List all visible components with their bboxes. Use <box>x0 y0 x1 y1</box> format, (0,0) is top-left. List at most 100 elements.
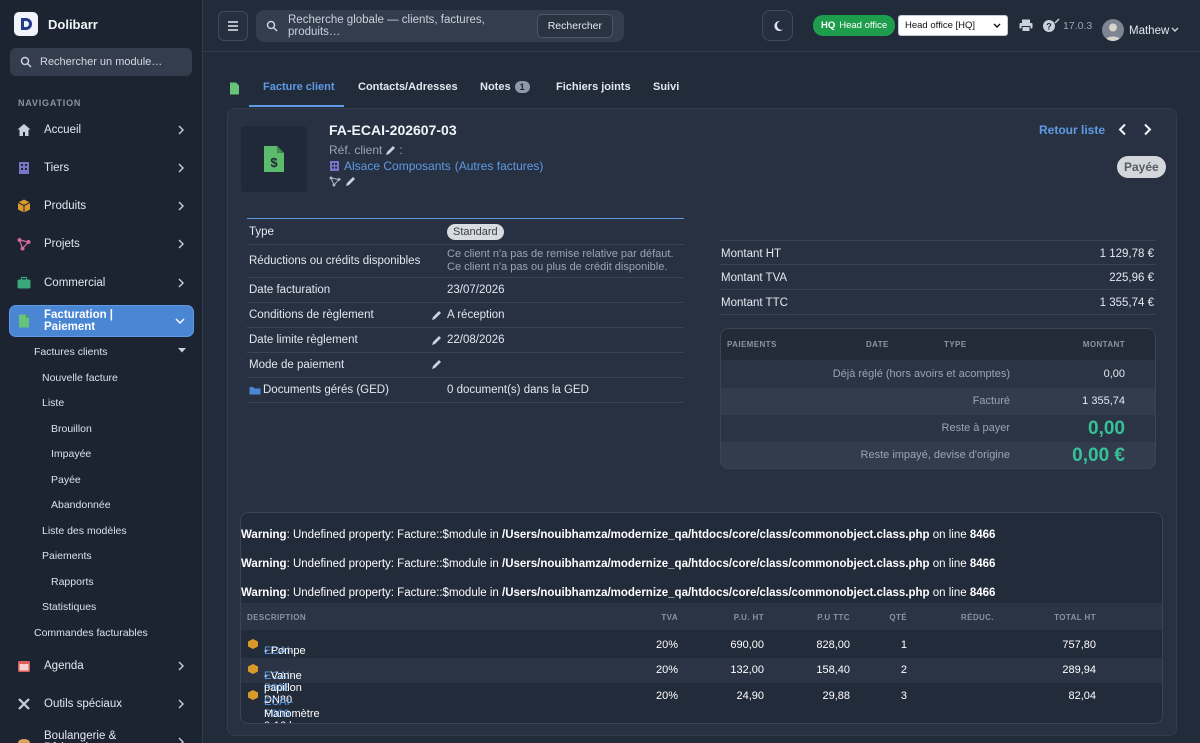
entity-select[interactable]: Head office [HQ] <box>898 15 1008 36</box>
sidebar-sub-liste[interactable]: Liste <box>42 397 64 409</box>
sidebar-sub-modeles[interactable]: Liste des modèles <box>42 525 127 537</box>
chevron-down-icon[interactable] <box>1171 27 1179 33</box>
sidebar-sub-statistiques[interactable]: Statistiques <box>42 601 96 613</box>
global-search-input[interactable]: Recherche globale — clients, factures, p… <box>288 14 527 38</box>
module-search-placeholder: Rechercher un module… <box>40 56 163 68</box>
hamburger-icon <box>227 21 239 31</box>
other-invoices-link[interactable]: (Autres factures) <box>455 159 544 173</box>
pencil-icon[interactable] <box>431 335 442 346</box>
field-date-limite: Date limite règlement 22/08/2026 <box>247 328 684 353</box>
chevron-right-icon <box>177 163 185 173</box>
sidebar-sub-nouvelle-facture[interactable]: Nouvelle facture <box>42 372 118 384</box>
pencil-icon[interactable] <box>431 310 442 321</box>
tab-notes[interactable]: Notes 1 <box>480 81 530 93</box>
building-icon <box>329 160 340 172</box>
tab-facture-client[interactable]: Facture client <box>263 81 335 93</box>
box-icon <box>16 198 32 214</box>
payments-row-reste: Reste à payer 0,00 <box>941 418 1125 439</box>
payments-row-reste-devise: Reste impayé, devise d'origine 0,00 € <box>721 442 1155 468</box>
invoice-icon <box>16 313 32 329</box>
tab-contacts[interactable]: Contacts/Adresses <box>358 81 458 93</box>
brand[interactable]: Dolibarr <box>14 12 98 36</box>
ged-link[interactable]: 0 document(s) dans la GED <box>447 384 589 396</box>
sidebar-item-facturation[interactable]: Facturation | Paiement <box>10 306 193 336</box>
menu-toggle-button[interactable] <box>218 11 248 41</box>
svg-text:$: $ <box>270 155 278 170</box>
status-badge: Payée <box>1117 156 1166 178</box>
invoice-fields: Type Standard Réductions ou crédits disp… <box>247 218 684 403</box>
sidebar-sub-payee[interactable]: Payée <box>51 474 81 486</box>
previous-record-icon[interactable] <box>1118 123 1127 136</box>
project-link <box>329 176 356 187</box>
sidebar-item-produits[interactable]: Produits <box>10 191 193 221</box>
home-icon <box>16 122 32 138</box>
amount-tva: Montant TVA 225,96 € <box>720 265 1156 290</box>
chevron-right-icon <box>177 661 185 671</box>
tab-suivi[interactable]: Suivi <box>653 81 679 93</box>
sidebar-sub-abandonnee[interactable]: Abandonnée <box>51 499 111 511</box>
theme-toggle-button[interactable] <box>762 10 793 41</box>
module-search-input[interactable]: Rechercher un module… <box>10 48 192 76</box>
reste-devise-value: 0,00 € <box>1072 445 1125 466</box>
sidebar-sub-impayee[interactable]: Impayée <box>51 448 91 460</box>
pencil-icon[interactable] <box>345 176 356 187</box>
sidebar-sub-commandes-facturables[interactable]: Commandes facturables <box>34 627 148 639</box>
lines-header: DESCRIPTION TVA P.U. HT P.U TTC QTÉ RÉDU… <box>241 603 1162 630</box>
next-record-icon[interactable] <box>1143 123 1152 136</box>
nav-heading: NAVIGATION <box>18 98 82 108</box>
invoice-picto: $ <box>241 126 307 192</box>
project-icon <box>329 176 341 187</box>
sidebar-item-tiers[interactable]: Tiers <box>10 153 193 183</box>
briefcase-icon <box>16 275 32 291</box>
field-type: Type Standard <box>247 219 684 245</box>
table-row[interactable]: ECAI-P007 - Pompe centrifuge inox 20% 69… <box>241 633 1162 681</box>
thirdparty-link[interactable]: Alsace Composants (Autres factures) <box>329 159 543 173</box>
sidebar-sub-factures-clients[interactable]: Factures clients <box>34 346 186 358</box>
pencil-icon[interactable] <box>431 359 442 370</box>
table-row[interactable]: ECAI-P009 - Manomètre 0-16 bar 20% 24,90… <box>241 684 1162 723</box>
sidebar-item-boulangerie[interactable]: Boulangerie & Pâtisserie <box>10 727 193 743</box>
folder-icon <box>249 386 261 395</box>
chevron-right-icon <box>177 278 185 288</box>
calendar-icon <box>16 658 32 674</box>
table-row[interactable]: ECAI-P008 - Vanne papillon DN80 20% 132,… <box>241 658 1162 706</box>
pencil-icon[interactable] <box>385 145 396 156</box>
print-icon[interactable] <box>1019 19 1033 32</box>
invoice-dollar-icon: $ <box>263 145 285 173</box>
entity-badge: HQ Head office <box>813 15 896 36</box>
avatar[interactable] <box>1102 19 1124 41</box>
sidebar-sub-brouillon[interactable]: Brouillon <box>51 423 92 435</box>
project-icon <box>16 236 32 252</box>
product-icon <box>247 663 259 675</box>
php-warning: Warning: Undefined property: Facture::$m… <box>241 587 996 599</box>
sidebar-item-accueil[interactable]: Accueil <box>10 115 193 145</box>
ref-client: Réf. client : <box>329 143 403 157</box>
back-to-list-link[interactable]: Retour liste <box>1039 123 1105 137</box>
thirdparty-name[interactable]: Alsace Composants <box>344 159 451 173</box>
amount-ht: Montant HT 1 129,78 € <box>720 240 1156 265</box>
sidebar: Dolibarr Rechercher un module… NAVIGATIO… <box>0 0 203 743</box>
chevron-right-icon <box>177 239 185 249</box>
payments-row-deja-regle: Déjà réglé (hors avoirs et acomptes) 0,0… <box>832 368 1125 380</box>
dolibarr-logo <box>14 12 38 36</box>
global-search: Recherche globale — clients, factures, p… <box>256 10 624 42</box>
field-reductions: Réductions ou crédits disponibles Ce cli… <box>247 245 684 278</box>
sidebar-sub-rapports[interactable]: Rapports <box>51 576 94 588</box>
search-icon <box>20 56 32 68</box>
tab-fichiers[interactable]: Fichiers joints <box>556 81 631 93</box>
global-search-button[interactable]: Rechercher <box>536 14 613 38</box>
sidebar-item-projets[interactable]: Projets <box>10 229 193 259</box>
amount-ttc: Montant TTC 1 355,74 € <box>720 290 1156 315</box>
user-name[interactable]: Mathew <box>1129 25 1169 37</box>
field-date-facturation: Date facturation 23/07/2026 <box>247 278 684 303</box>
invoice-lines: Warning: Undefined property: Facture::$m… <box>240 512 1163 724</box>
chevron-right-icon <box>177 201 185 211</box>
chevron-right-icon <box>177 737 185 743</box>
sidebar-item-outils[interactable]: Outils spéciaux <box>10 689 193 719</box>
sidebar-item-commercial[interactable]: Commercial <box>10 268 193 298</box>
help-icon[interactable]: ? <box>1042 18 1060 33</box>
sidebar-item-agenda[interactable]: Agenda <box>10 651 193 681</box>
sidebar-sub-paiements[interactable]: Paiements <box>42 550 92 562</box>
bakery-icon <box>16 734 32 743</box>
object-tabs: Facture client Contacts/Adresses Notes 1 … <box>215 70 1177 107</box>
